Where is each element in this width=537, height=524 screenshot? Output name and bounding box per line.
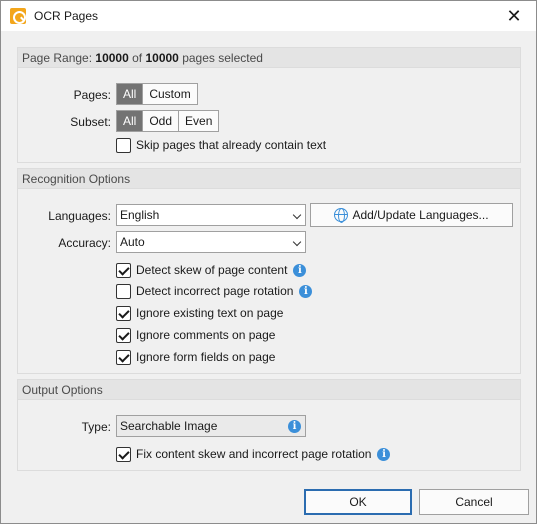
subset-segmented-control: All Odd Even [116,110,220,132]
detect-skew-label: Detect skew of page content [136,263,288,277]
dialog-title: OCR Pages [34,9,99,23]
page-range-header: Page Range: 10000 of 10000 pages selecte… [18,48,520,68]
pages-custom-button[interactable]: Custom [143,84,196,104]
page-range-header-label: Page Range: [22,51,93,65]
checkbox-box[interactable] [116,349,131,365]
checkbox-box[interactable] [116,283,131,299]
info-icon[interactable]: i [377,447,391,461]
add-update-languages-button[interactable]: Add/Update Languages... [310,203,513,227]
info-icon[interactable]: i [299,284,313,298]
ocr-pages-app-icon [10,8,26,24]
subset-even-button[interactable]: Even [179,111,218,131]
fix-skew-rotation-label: Fix content skew and incorrect page rota… [136,447,372,461]
subset-label: Subset: [70,115,111,129]
detect-rotation-label: Detect incorrect page rotation [136,284,294,298]
of-text: of [132,51,143,65]
ignore-existing-text-label: Ignore existing text on page [136,306,284,320]
title-bar: OCR Pages ✕ [1,1,536,31]
ignore-comments-checkbox[interactable]: Ignore comments on page [116,326,275,344]
fix-skew-rotation-checkbox[interactable]: Fix content skew and incorrect page rota… [116,445,391,463]
accuracy-dropdown[interactable]: Auto [116,231,306,253]
subset-odd-button[interactable]: Odd [143,111,180,131]
skip-text-pages-label: Skip pages that already contain text [136,138,327,152]
detect-rotation-checkbox[interactable]: Detect incorrect page rotation i [116,282,313,300]
type-label: Type: [81,420,111,434]
globe-icon [334,208,349,223]
accuracy-value: Auto [120,235,145,249]
info-icon[interactable]: i [293,263,307,277]
accuracy-label: Accuracy: [58,236,111,250]
selected-count: 10000 [95,51,129,65]
chevron-down-icon [292,210,302,220]
ignore-comments-label: Ignore comments on page [136,328,276,342]
pages-selected-text: pages selected [182,51,263,65]
languages-dropdown[interactable]: English [116,204,306,226]
ok-button[interactable]: OK [304,489,412,515]
checkbox-box[interactable] [116,446,131,462]
pages-segmented-control: All Custom [116,83,198,105]
page-range-group: Page Range: 10000 of 10000 pages selecte… [17,47,521,163]
recognition-options-header: Recognition Options [18,169,520,189]
skip-text-pages-checkbox[interactable]: Skip pages that already contain text [116,136,326,154]
pages-all-button[interactable]: All [117,84,144,104]
detect-skew-checkbox[interactable]: Detect skew of page content i [116,261,307,279]
subset-all-button[interactable]: All [117,111,144,131]
info-icon[interactable]: i [288,420,301,433]
ignore-form-fields-label: Ignore form fields on page [136,350,276,364]
checkbox-box[interactable] [116,305,131,321]
checkbox-box[interactable] [116,137,131,153]
pages-label: Pages: [73,88,111,102]
total-count: 10000 [145,51,179,65]
chevron-down-icon [292,237,302,247]
ignore-existing-text-checkbox[interactable]: Ignore existing text on page [116,304,283,322]
checkbox-box[interactable] [116,262,131,278]
output-type-value: Searchable Image [120,419,218,433]
output-options-header: Output Options [18,380,520,400]
add-update-languages-label: Add/Update Languages... [352,208,489,222]
close-icon[interactable]: ✕ [500,5,528,27]
output-options-group: Output Options Type: Searchable Image i … [17,379,521,471]
output-type-field: Searchable Image i [116,415,306,437]
languages-value: English [120,208,160,222]
ocr-pages-dialog: OCR Pages ✕ Page Range: 10000 of 10000 p… [0,0,537,524]
cancel-button[interactable]: Cancel [419,489,529,515]
checkbox-box[interactable] [116,327,131,343]
languages-label: Languages: [48,209,111,223]
recognition-options-group: Recognition Options Languages: English A… [17,168,521,374]
ignore-form-fields-checkbox[interactable]: Ignore form fields on page [116,348,275,366]
